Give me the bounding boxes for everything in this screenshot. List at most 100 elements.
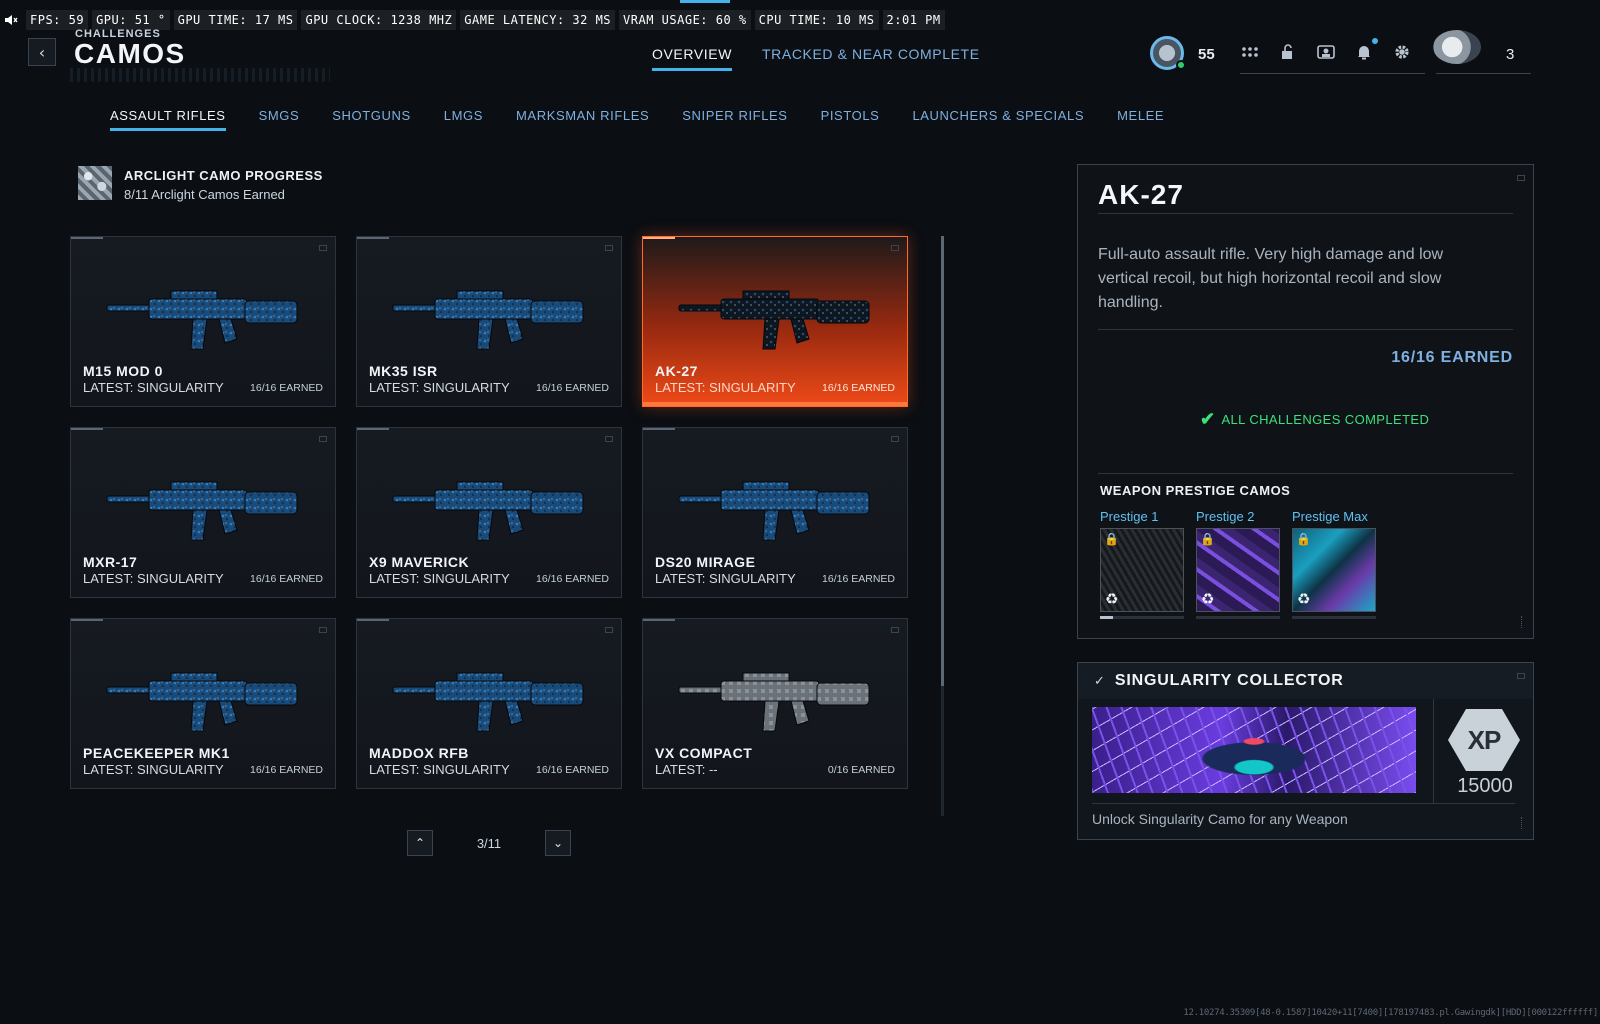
weapon-earned-count: 16/16 EARNED xyxy=(250,764,323,776)
weapon-card[interactable]: MXR-17 LATEST: SINGULARITY 16/16 EARNED xyxy=(70,427,336,598)
prestige-camo-swatch[interactable]: 🔒 ♻ xyxy=(1292,528,1376,612)
perf-game-latency: GAME LATENCY: 32 MS xyxy=(460,10,616,30)
bell-icon[interactable] xyxy=(1354,38,1378,62)
weapon-grid: M15 MOD 0 LATEST: SINGULARITY 16/16 EARNED… xyxy=(70,236,908,789)
weapon-latest-camo: LATEST: SINGULARITY xyxy=(655,380,796,395)
grid-scrollbar-thumb[interactable] xyxy=(941,236,944,686)
lock-icon: 🔒 xyxy=(1104,532,1119,546)
notification-dot xyxy=(1372,38,1378,44)
tab-sniper-rifles[interactable]: SNIPER RIFLES xyxy=(682,108,787,131)
page-up-button[interactable]: ⌃ xyxy=(407,830,433,856)
hud-divider xyxy=(1240,73,1425,74)
card-corner-bar xyxy=(643,237,675,239)
weapon-card[interactable]: X9 MAVERICK LATEST: SINGULARITY 16/16 EARN… xyxy=(356,427,622,598)
divider xyxy=(1433,699,1434,803)
card-corner-mark xyxy=(605,245,613,251)
weapon-detail-title: AK-27 xyxy=(1098,179,1184,210)
weapon-image xyxy=(106,481,298,541)
tab-shotguns[interactable]: SHOTGUNS xyxy=(332,108,410,131)
prestige-camo-2[interactable]: Prestige 2 🔒 ♻ xyxy=(1196,509,1280,619)
weapon-name: MXR-17 xyxy=(83,554,138,570)
card-corner-mark xyxy=(605,627,613,633)
divider xyxy=(1098,213,1513,214)
card-corner-mark xyxy=(891,245,899,251)
speaker-muted-icon xyxy=(0,10,22,30)
prestige-camo-1[interactable]: Prestige 1 🔒 ♻ xyxy=(1100,509,1184,619)
chevron-left-icon: ‹ xyxy=(38,42,46,62)
weapon-name: DS20 MIRAGE xyxy=(655,554,756,570)
weapon-card[interactable]: DS20 MIRAGE LATEST: SINGULARITY 16/16 EARN… xyxy=(642,427,908,598)
xp-badge-icon: XP xyxy=(1448,709,1520,771)
tab-launchers-specials[interactable]: LAUNCHERS & SPECIALS xyxy=(912,108,1084,131)
weapon-name: AK-27 xyxy=(655,363,698,379)
weapon-latest-camo: LATEST: SINGULARITY xyxy=(369,762,510,777)
back-button[interactable]: ‹ xyxy=(28,38,56,66)
tab-melee[interactable]: MELEE xyxy=(1117,108,1164,131)
tab-overview[interactable]: OVERVIEW xyxy=(652,46,733,71)
perf-cpu-time: CPU TIME: 10 MS xyxy=(754,10,879,30)
card-corner-bar xyxy=(643,428,675,430)
tab-lmgs[interactable]: LMGS xyxy=(444,108,483,131)
weapon-earned-count: 16/16 EARNED xyxy=(250,573,323,585)
weapon-image xyxy=(678,481,870,541)
tab-assault-rifles[interactable]: ASSAULT RIFLES xyxy=(110,108,226,131)
grid-icon[interactable] xyxy=(1240,42,1260,62)
weapon-name: VX COMPACT xyxy=(655,745,753,761)
checkmark-icon: ✔ xyxy=(1200,409,1216,429)
divider xyxy=(1092,803,1515,804)
weapon-image xyxy=(106,672,298,732)
divider xyxy=(1098,329,1513,330)
weapon-card[interactable]: PEACEKEEPER MK1 LATEST: SINGULARITY 16/16 … xyxy=(70,618,336,789)
prestige-symbol-icon: ♻ xyxy=(1201,590,1215,608)
weapon-card[interactable]: VX COMPACT LATEST: -- 0/16 EARNED xyxy=(642,618,908,789)
weapon-card[interactable]: M15 MOD 0 LATEST: SINGULARITY 16/16 EARNED xyxy=(70,236,336,407)
weapon-card[interactable]: MK35 ISR LATEST: SINGULARITY 16/16 EARNED xyxy=(356,236,622,407)
grid-scrollbar-track[interactable] xyxy=(941,686,944,816)
tab-pistols[interactable]: PISTOLS xyxy=(821,108,880,131)
weapon-name: MADDOX RFB xyxy=(369,745,469,761)
panel-corner-mark xyxy=(1517,175,1525,181)
collector-header: ✓ SINGULARITY COLLECTOR xyxy=(1078,663,1533,699)
perf-gpu-temp: GPU: 51 ° xyxy=(92,10,170,30)
weapon-earned-count: 16/16 EARNED xyxy=(822,573,895,585)
weapon-image xyxy=(392,290,584,350)
hud-icon-bar xyxy=(1240,38,1412,62)
weapon-card[interactable]: AK-27 LATEST: SINGULARITY 16/16 EARNED xyxy=(642,236,908,407)
weapon-image xyxy=(392,481,584,541)
collector-title: SINGULARITY COLLECTOR xyxy=(1114,672,1344,689)
weapon-name: M15 MOD 0 xyxy=(83,363,163,379)
prestige-camo-swatch[interactable]: 🔒 ♻ xyxy=(1100,528,1184,612)
tab-marksman-rifles[interactable]: MARKSMAN RIFLES xyxy=(516,108,649,131)
page-indicator: 3/11 xyxy=(476,835,502,851)
prestige-camo-swatch[interactable]: 🔒 ♻ xyxy=(1196,528,1280,612)
weapon-earned-count: 0/16 EARNED xyxy=(827,764,895,776)
player-emblem-icon[interactable] xyxy=(1433,30,1481,64)
weapon-earned-count: 16/16 EARNED xyxy=(1391,349,1513,366)
id-card-icon[interactable] xyxy=(1316,42,1336,62)
challenges-status: ✔ ALL CHALLENGES COMPLETED xyxy=(1200,409,1429,430)
hud-divider-2 xyxy=(1436,73,1531,74)
prestige-label: Prestige 1 xyxy=(1100,509,1159,524)
pager: ⌃ 3/11 ⌄ xyxy=(407,830,571,856)
weapon-image xyxy=(106,290,298,350)
tab-tracked-near-complete[interactable]: TRACKED & NEAR COMPLETE xyxy=(762,46,980,71)
party-count: 3 xyxy=(1506,46,1515,63)
weapon-latest-camo: LATEST: SINGULARITY xyxy=(83,571,224,586)
weapon-name: X9 MAVERICK xyxy=(369,554,470,570)
weapon-latest-camo: LATEST: SINGULARITY xyxy=(83,380,224,395)
prestige-label: Prestige 2 xyxy=(1196,509,1255,524)
prestige-progress-fill xyxy=(1100,616,1113,619)
weapon-card[interactable]: MADDOX RFB LATEST: SINGULARITY 16/16 EARNE… xyxy=(356,618,622,789)
weapon-description: Full-auto assault rifle. Very high damag… xyxy=(1098,246,1444,311)
tab-smgs[interactable]: SMGS xyxy=(259,108,300,131)
chevron-down-icon: ⌄ xyxy=(552,836,564,850)
gear-icon[interactable] xyxy=(1392,42,1412,62)
lock-icon[interactable] xyxy=(1278,42,1298,62)
prestige-camo-row: Prestige 1 🔒 ♻ Prestige 2 🔒 ♻ Prestige M… xyxy=(1100,509,1376,619)
prestige-camo-max[interactable]: Prestige Max 🔒 ♻ xyxy=(1292,509,1376,619)
card-corner-bar xyxy=(357,619,389,621)
weapon-image xyxy=(392,672,584,732)
singularity-collector-panel[interactable]: ✓ SINGULARITY COLLECTOR XP 15000 Unlock … xyxy=(1077,662,1534,840)
weapon-image xyxy=(678,290,870,350)
page-down-button[interactable]: ⌄ xyxy=(545,830,571,856)
